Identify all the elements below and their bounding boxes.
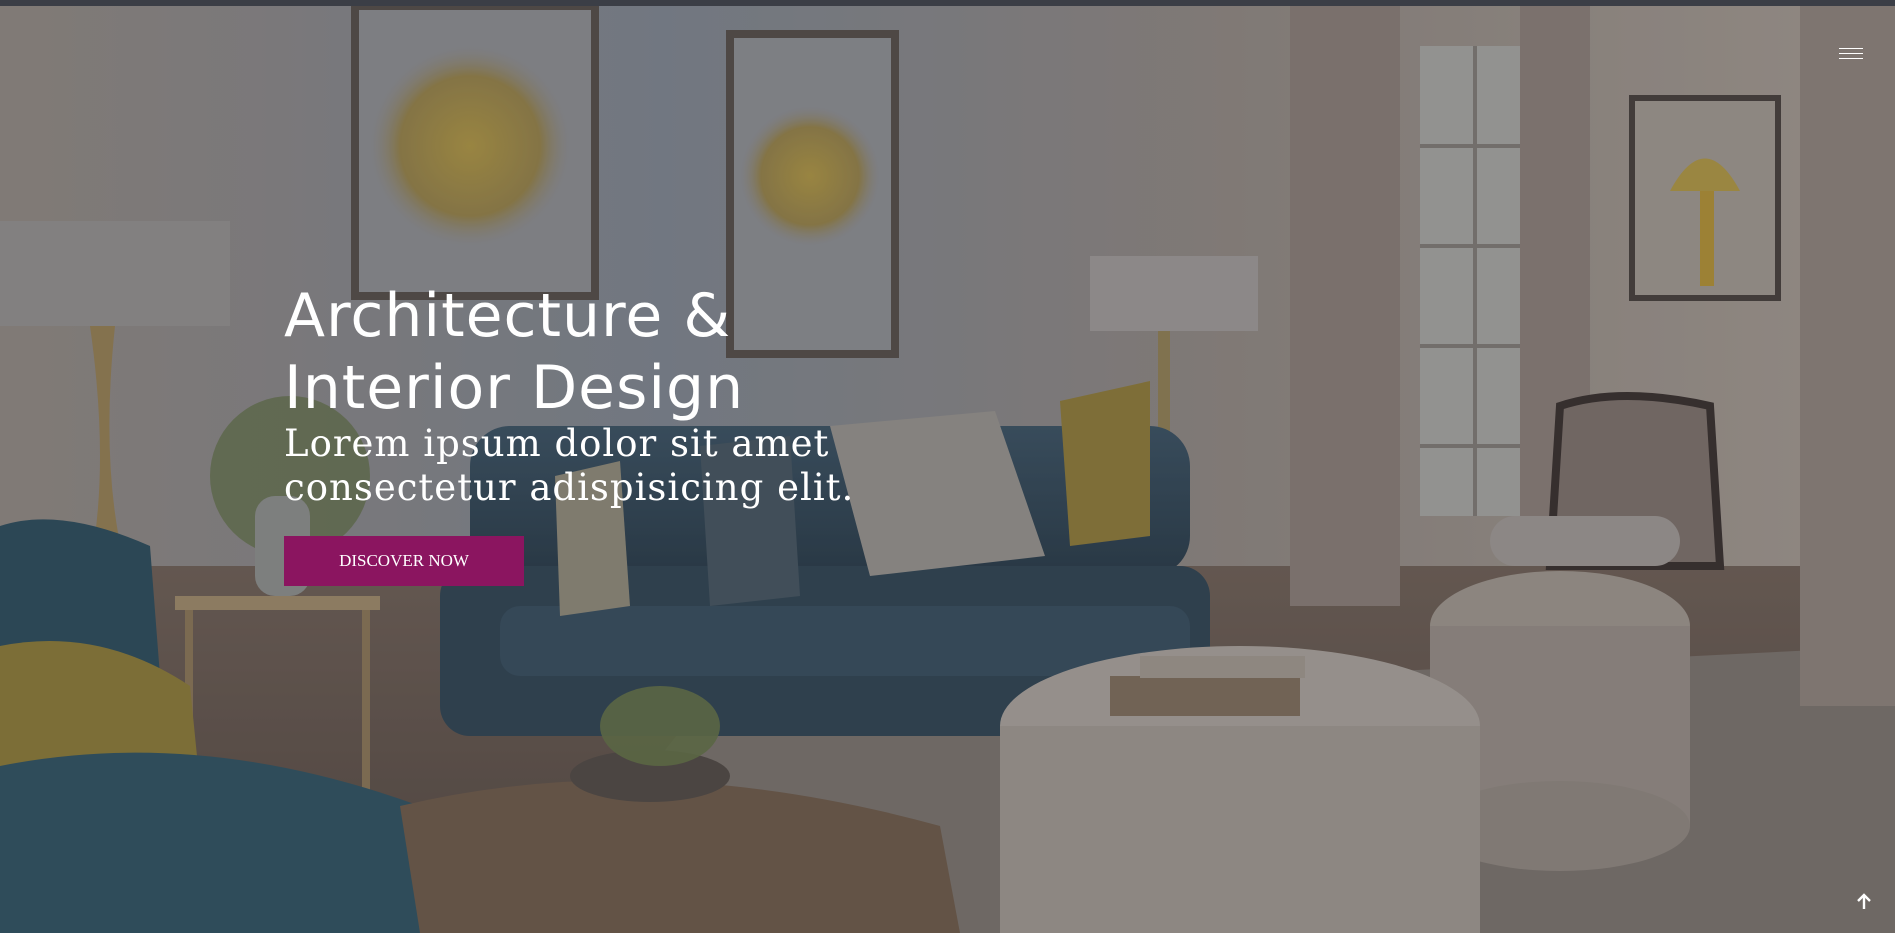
page: Architecture & Interior Design Lorem ips… bbox=[0, 0, 1895, 933]
hero-content: Architecture & Interior Design Lorem ips… bbox=[284, 280, 984, 586]
menu-line bbox=[1839, 57, 1863, 60]
top-strip bbox=[0, 0, 1895, 6]
hero-title: Architecture & Interior Design bbox=[284, 280, 984, 424]
hamburger-menu-icon[interactable] bbox=[1839, 44, 1865, 64]
hero-subtitle-line-1: Lorem ipsum dolor sit amet bbox=[284, 422, 830, 465]
menu-line bbox=[1839, 52, 1863, 55]
hero-subtitle-line-2: consectetur adispisicing elit. bbox=[284, 466, 855, 509]
hero-title-line-2: Interior Design bbox=[284, 353, 745, 423]
discover-now-button[interactable]: DISCOVER NOW bbox=[284, 536, 524, 586]
hero-subtitle: Lorem ipsum dolor sit amet consectetur a… bbox=[284, 422, 984, 510]
hero-title-line-1: Architecture & bbox=[284, 281, 732, 351]
arrow-up-icon[interactable] bbox=[1853, 891, 1875, 913]
menu-line bbox=[1839, 47, 1863, 50]
